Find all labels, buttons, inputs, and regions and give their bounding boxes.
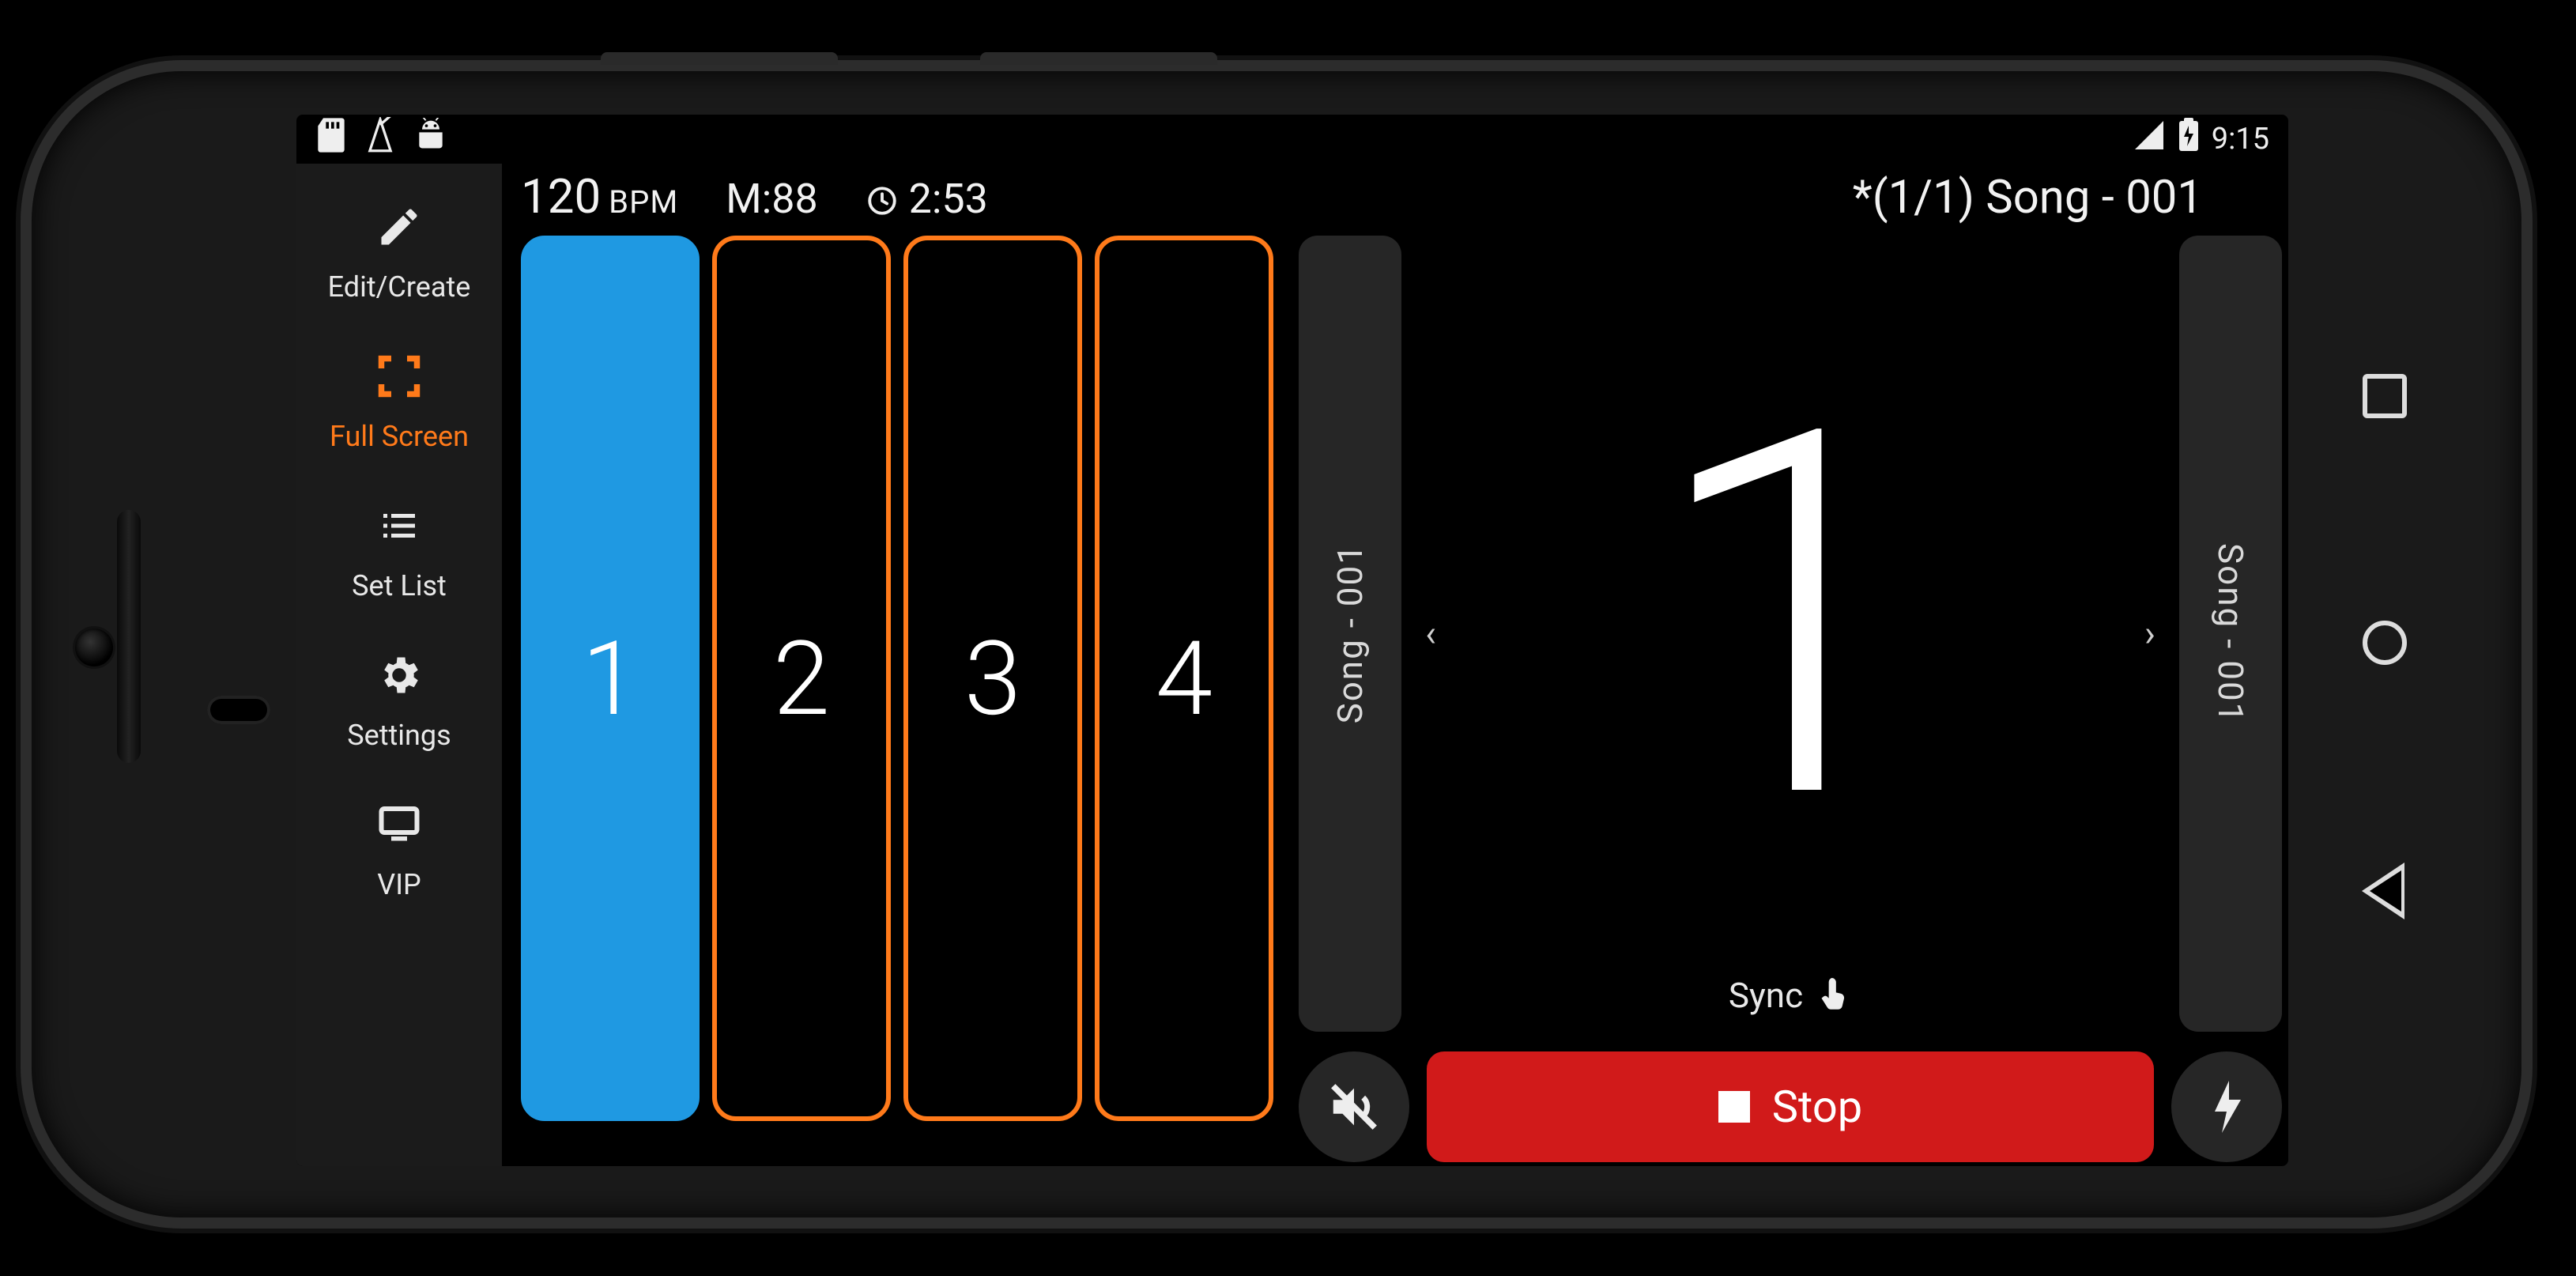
android-nav-bar xyxy=(2294,115,2476,1174)
android-status-bar: 9:15 xyxy=(296,115,2288,164)
screen: 9:15 Edit/Create Full Screen xyxy=(296,115,2288,1166)
android-back-button[interactable] xyxy=(2367,867,2403,915)
volume-mute-icon xyxy=(1326,1079,1382,1134)
measure-display: M:88 xyxy=(726,175,817,223)
song-title[interactable]: *(1/1) Song - 001 xyxy=(1853,171,2203,225)
android-overview-button[interactable] xyxy=(2363,374,2407,418)
flash-button[interactable] xyxy=(2171,1051,2282,1162)
gear-icon xyxy=(375,651,423,706)
beat-bars: 1 2 3 4 xyxy=(521,236,1273,1166)
android-home-button[interactable] xyxy=(2363,621,2407,665)
sidebar-item-edit-create[interactable]: Edit/Create xyxy=(328,203,471,304)
stage: Song - 001 ‹ 1 Sync xyxy=(1299,236,2282,1032)
next-song-label: Song - 001 xyxy=(2210,543,2251,723)
stop-button[interactable]: Stop xyxy=(1427,1051,2154,1162)
sidebar-item-label: Settings xyxy=(347,719,451,752)
prev-song-button[interactable]: Song - 001 ‹ xyxy=(1299,236,1401,1032)
info-row: 120BPM M:88 2:53 *(1/1) Song - 001 xyxy=(521,164,2282,236)
status-left xyxy=(315,117,448,161)
elapsed-display: 2:53 xyxy=(866,175,988,223)
beat-label: 3 xyxy=(964,618,1021,739)
sidebar-item-label: Full Screen xyxy=(330,420,469,453)
app-root: Edit/Create Full Screen Set List xyxy=(296,164,2288,1166)
sidebar-item-set-list[interactable]: Set List xyxy=(352,502,447,602)
bpm-value: 120 xyxy=(521,168,601,225)
monitor-icon xyxy=(375,801,423,855)
sidebar-item-full-screen[interactable]: Full Screen xyxy=(330,353,469,453)
phone-frame: 9:15 Edit/Create Full Screen xyxy=(32,71,2521,1217)
controls-row: Stop xyxy=(1299,1048,2282,1166)
sidebar: Edit/Create Full Screen Set List xyxy=(296,164,502,1166)
cell-signal-icon xyxy=(2133,119,2166,159)
battery-charging-icon xyxy=(2177,118,2201,160)
status-clock: 9:15 xyxy=(2212,122,2269,157)
sync-label: Sync xyxy=(1729,975,1803,1016)
elapsed-value: 2:53 xyxy=(909,175,988,223)
phone-speaker xyxy=(117,510,141,763)
sidebar-item-settings[interactable]: Settings xyxy=(347,651,451,752)
beat-3[interactable]: 3 xyxy=(903,236,1082,1121)
content-row: 1 2 3 4 Song - 001 ‹ 1 xyxy=(521,236,2282,1166)
clock-icon xyxy=(866,184,899,217)
bpm-display[interactable]: 120BPM xyxy=(521,168,678,225)
bpm-unit: BPM xyxy=(609,183,678,221)
android-robot-icon xyxy=(413,118,448,160)
beat-2[interactable]: 2 xyxy=(712,236,891,1121)
beat-4[interactable]: 4 xyxy=(1095,236,1273,1121)
list-icon xyxy=(375,502,423,557)
center-stage[interactable]: 1 Sync xyxy=(1416,236,2165,1032)
stop-label: Stop xyxy=(1772,1081,1862,1133)
mute-button[interactable] xyxy=(1299,1051,1409,1162)
beat-label: 1 xyxy=(582,618,639,739)
stop-icon xyxy=(1718,1091,1750,1123)
status-right: 9:15 xyxy=(2133,118,2269,160)
main-area: 120BPM M:88 2:53 *(1/1) Song - 001 1 2 3… xyxy=(502,164,2288,1166)
touch-icon xyxy=(1817,975,1852,1016)
sync-button[interactable]: Sync xyxy=(1729,975,1852,1016)
sidebar-item-label: Edit/Create xyxy=(328,270,471,304)
prev-song-label: Song - 001 xyxy=(1329,543,1371,723)
beat-label: 2 xyxy=(773,618,830,739)
right-panel: Song - 001 ‹ 1 Sync xyxy=(1288,236,2282,1166)
metronome-icon xyxy=(364,117,396,161)
sidebar-item-label: Set List xyxy=(352,569,447,602)
beat-1[interactable]: 1 xyxy=(521,236,700,1121)
next-song-button[interactable]: › Song - 001 xyxy=(2179,236,2282,1032)
chevron-right-icon: › xyxy=(2144,613,2155,655)
sidebar-item-label: VIP xyxy=(377,868,421,901)
bolt-icon xyxy=(2206,1081,2247,1133)
sidebar-item-vip[interactable]: VIP xyxy=(375,801,423,901)
pencil-icon xyxy=(375,203,423,258)
phone-sensor xyxy=(75,629,113,666)
phone-earpiece xyxy=(207,696,270,724)
sd-card-icon xyxy=(315,118,347,160)
big-beat-count: 1 xyxy=(1650,421,1931,815)
beat-label: 4 xyxy=(1156,618,1213,739)
fullscreen-icon xyxy=(375,353,423,407)
